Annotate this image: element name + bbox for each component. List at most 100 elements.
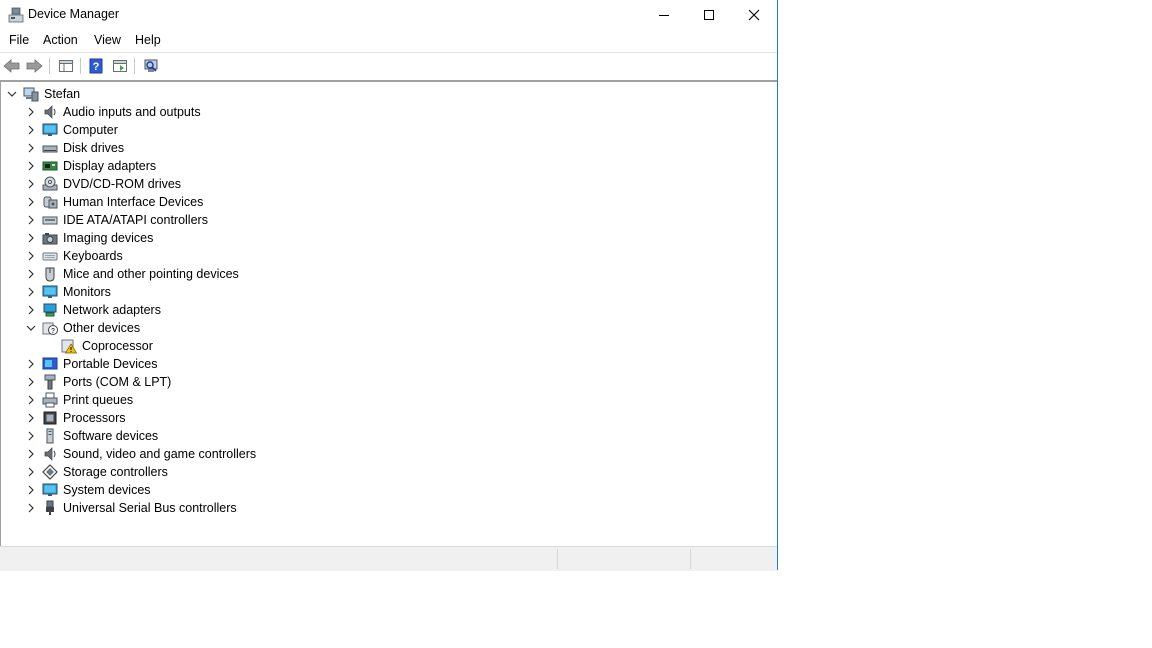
tree-node-imaging-devices[interactable]: Imaging devices — [1, 229, 771, 247]
tree-node-other-devices[interactable]: ? Other devices — [1, 319, 771, 337]
expand-chevron-icon[interactable] — [25, 214, 37, 226]
tree-node-sound-video-and-game-controllers[interactable]: Sound, video and game controllers — [1, 445, 771, 463]
expand-chevron-icon[interactable] — [25, 412, 37, 424]
monitor-icon — [42, 284, 58, 300]
tree-node-label: Monitors — [63, 285, 111, 299]
tree-node-label: Print queues — [63, 393, 134, 407]
svg-text:?: ? — [93, 61, 100, 73]
tree-node-network-adapters[interactable]: Network adapters — [1, 301, 771, 319]
tree-node-ports-com-lpt[interactable]: Ports (COM & LPT) — [1, 373, 771, 391]
expand-chevron-icon[interactable] — [25, 196, 37, 208]
expand-chevron-icon[interactable] — [25, 178, 37, 190]
scan-hardware-button[interactable] — [141, 56, 161, 76]
minimize-button[interactable] — [641, 0, 687, 30]
expand-chevron-icon[interactable] — [25, 124, 37, 136]
help-icon: ? — [89, 58, 103, 74]
tree-node-label: DVD/CD-ROM drives — [63, 177, 182, 191]
expand-chevron-icon[interactable] — [25, 502, 37, 514]
help-button[interactable]: ? — [86, 56, 106, 76]
tree-node-label: Processors — [63, 411, 126, 425]
menu-bar: File Action View Help — [0, 30, 777, 52]
tree-node-disk-drives[interactable]: Disk drives — [1, 139, 771, 157]
properties-icon — [113, 60, 127, 72]
expand-chevron-icon[interactable] — [25, 232, 37, 244]
expand-chevron-icon[interactable] — [25, 250, 37, 262]
camera-icon — [42, 230, 58, 246]
maximize-icon — [704, 10, 714, 20]
tree-node-label: System devices — [63, 483, 151, 497]
tree-node-human-interface-devices[interactable]: Human Interface Devices — [1, 193, 771, 211]
monitor-icon — [42, 122, 58, 138]
title-bar[interactable]: Device Manager — [0, 0, 777, 30]
expand-chevron-icon[interactable] — [25, 448, 37, 460]
expand-chevron-icon[interactable] — [25, 466, 37, 478]
tree-node-storage-controllers[interactable]: Storage controllers — [1, 463, 771, 481]
collapse-chevron-icon[interactable] — [6, 88, 18, 100]
tree-node-mice-and-other-pointing-devices[interactable]: Mice and other pointing devices — [1, 265, 771, 283]
tree-node-universal-serial-bus-controllers[interactable]: Universal Serial Bus controllers — [1, 499, 771, 517]
speaker-icon — [42, 104, 58, 120]
tree-node-ide-ata-atapi-controllers[interactable]: IDE ATA/ATAPI controllers — [1, 211, 771, 229]
expand-chevron-icon[interactable] — [25, 430, 37, 442]
expand-chevron-icon[interactable] — [25, 376, 37, 388]
collapse-chevron-icon[interactable] — [25, 322, 37, 334]
tree-node-dvd-cd-rom-drives[interactable]: DVD/CD-ROM drives — [1, 175, 771, 193]
expand-chevron-icon[interactable] — [25, 160, 37, 172]
tree-node-coprocessor[interactable]: Coprocessor — [1, 337, 771, 355]
toolbar-separator — [49, 58, 50, 74]
tree-node-label: Sound, video and game controllers — [63, 447, 257, 461]
status-separator — [557, 549, 558, 569]
arrow-left-icon — [3, 59, 20, 73]
expand-chevron-icon[interactable] — [25, 304, 37, 316]
device-manager-app-icon — [8, 7, 24, 23]
toolbar-separator — [80, 58, 81, 74]
back-button[interactable] — [2, 56, 22, 76]
display-adapter-icon — [42, 158, 58, 174]
tree-node-label: Audio inputs and outputs — [63, 105, 201, 119]
device-manager-window: Device Manager File Action View Help ? S… — [0, 0, 778, 571]
tree-node-software-devices[interactable]: Software devices — [1, 427, 771, 445]
menu-help[interactable]: Help — [135, 33, 161, 47]
tree-node-portable-devices[interactable]: Portable Devices — [1, 355, 771, 373]
scan-hardware-icon — [144, 59, 158, 72]
hid-icon — [42, 194, 58, 210]
tree-node-monitors[interactable]: Monitors — [1, 283, 771, 301]
expand-chevron-icon[interactable] — [25, 286, 37, 298]
window-title: Device Manager — [28, 7, 120, 21]
tree-node-label: Storage controllers — [63, 465, 168, 479]
expand-chevron-icon[interactable] — [25, 358, 37, 370]
expand-chevron-icon[interactable] — [25, 142, 37, 154]
arrow-right-icon — [26, 59, 43, 73]
tree-node-root[interactable]: Stefan — [1, 85, 771, 103]
tree-node-system-devices[interactable]: System devices — [1, 481, 771, 499]
menu-view[interactable]: View — [94, 33, 121, 47]
tree-node-label: Human Interface Devices — [63, 195, 204, 209]
monitor-icon — [42, 482, 58, 498]
expand-chevron-icon[interactable] — [25, 106, 37, 118]
tree-node-label: Disk drives — [63, 141, 125, 155]
toolbar-separator — [134, 58, 135, 74]
properties-button[interactable] — [110, 56, 130, 76]
unknown-device-icon: ? — [42, 320, 58, 336]
tree-node-print-queues[interactable]: Print queues — [1, 391, 771, 409]
software-device-icon — [42, 428, 58, 444]
expand-chevron-icon[interactable] — [25, 484, 37, 496]
forward-button[interactable] — [24, 56, 44, 76]
close-button[interactable] — [731, 0, 777, 30]
processor-icon — [42, 410, 58, 426]
tree-node-keyboards[interactable]: Keyboards — [1, 247, 771, 265]
menu-action[interactable]: Action — [43, 33, 78, 47]
tree-node-display-adapters[interactable]: Display adapters — [1, 157, 771, 175]
tree-node-label: Stefan — [44, 87, 81, 101]
tree-node-computer[interactable]: Computer — [1, 121, 771, 139]
expand-chevron-icon[interactable] — [25, 268, 37, 280]
status-separator — [690, 549, 691, 569]
tree-node-label: Coprocessor — [82, 339, 153, 353]
tree-node-processors[interactable]: Processors — [1, 409, 771, 427]
tree-node-audio-inputs-and-outputs[interactable]: Audio inputs and outputs — [1, 103, 771, 121]
device-tree: Stefan Audio inputs and outputs Computer Di… — [0, 80, 777, 546]
expand-chevron-icon[interactable] — [25, 394, 37, 406]
show-hide-console-tree-button[interactable] — [56, 56, 76, 76]
menu-file[interactable]: File — [9, 33, 29, 47]
maximize-button[interactable] — [686, 0, 732, 30]
